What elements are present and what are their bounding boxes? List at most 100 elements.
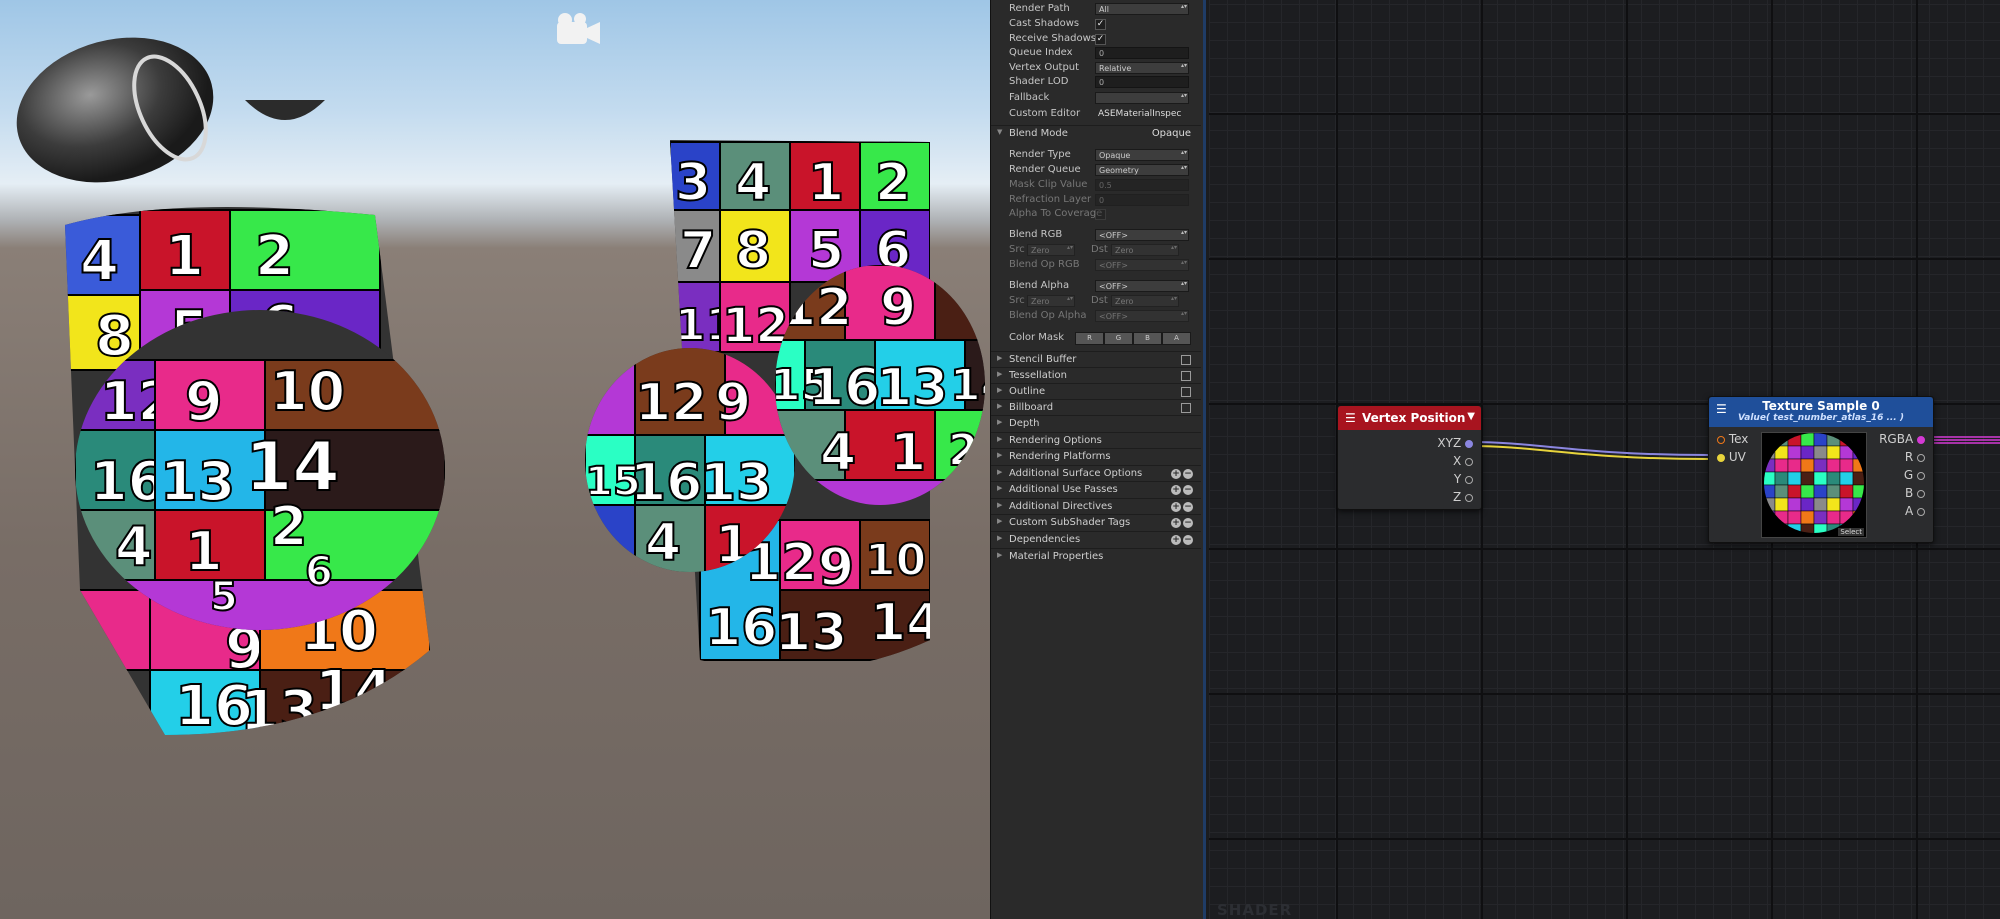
color-mask-r-toggle[interactable]: R: [1075, 332, 1104, 345]
node-header[interactable]: ☰ Texture Sample 0 Value( test_number_at…: [1709, 397, 1933, 427]
output-port-a[interactable]: A: [1905, 504, 1925, 518]
section-toggle-checkbox[interactable]: [1181, 387, 1191, 397]
queue-index-field[interactable]: 0: [1095, 47, 1189, 59]
render-path-dropdown[interactable]: All: [1095, 3, 1189, 15]
dst-rgb-dropdown[interactable]: Zero: [1111, 244, 1179, 256]
blend-op-rgb-label: Blend Op RGB: [1009, 259, 1080, 270]
port-label: UV: [1728, 450, 1746, 464]
section-additional-directives[interactable]: ▶ Additional Directives + −: [991, 498, 1201, 515]
add-icon[interactable]: +: [1171, 502, 1181, 512]
fallback-field[interactable]: [1095, 92, 1189, 104]
output-wire[interactable]: [1923, 436, 2000, 444]
remove-icon[interactable]: −: [1183, 535, 1193, 545]
scene-view[interactable]: 4 1 2 8 5 6 12 9 10 161314 12 9 10 16 13: [0, 0, 990, 919]
svg-text:1: 1: [808, 153, 844, 213]
shader-lod-field[interactable]: 0: [1095, 76, 1189, 88]
section-toggle-checkbox[interactable]: [1181, 403, 1191, 413]
section-dependencies[interactable]: ▶ Dependencies + −: [991, 531, 1201, 548]
add-icon[interactable]: +: [1171, 485, 1181, 495]
alpha-coverage-checkbox[interactable]: [1095, 209, 1106, 220]
color-mask-a-toggle[interactable]: A: [1162, 332, 1191, 345]
remove-icon[interactable]: −: [1183, 518, 1193, 528]
section-rendering-platforms[interactable]: ▶ Rendering Platforms: [991, 448, 1201, 465]
color-mask-g-toggle[interactable]: G: [1104, 332, 1133, 345]
blend-op-rgb-dropdown[interactable]: <OFF>: [1095, 259, 1189, 271]
custom-editor-field[interactable]: ASEMaterialInspec: [1095, 108, 1189, 120]
input-port-tex[interactable]: Tex: [1717, 432, 1748, 446]
add-icon[interactable]: +: [1171, 518, 1181, 528]
cast-shadows-checkbox[interactable]: ✓: [1095, 19, 1106, 30]
output-port-x[interactable]: X: [1453, 454, 1473, 468]
section-label: Rendering Options: [1009, 435, 1102, 446]
remove-icon[interactable]: −: [1183, 502, 1193, 512]
blend-alpha-dropdown[interactable]: <OFF>: [1095, 280, 1189, 292]
add-icon[interactable]: +: [1171, 469, 1181, 479]
section-outline[interactable]: ▶ Outline: [991, 383, 1201, 400]
color-mask-b-toggle[interactable]: B: [1133, 332, 1162, 345]
remove-icon[interactable]: −: [1183, 485, 1193, 495]
receive-shadows-checkbox[interactable]: ✓: [1095, 34, 1106, 45]
vertex-position-node[interactable]: ☰ Vertex Position ▼ XYZ X Y Z: [1337, 405, 1482, 510]
section-label: Stencil Buffer: [1009, 354, 1077, 365]
select-texture-button[interactable]: Select: [1838, 528, 1864, 536]
blend-op-alpha-dropdown[interactable]: <OFF>: [1095, 310, 1189, 322]
src-alpha-dropdown[interactable]: Zero: [1027, 295, 1075, 307]
section-billboard[interactable]: ▶ Billboard: [991, 399, 1201, 416]
node-header[interactable]: ☰ Vertex Position ▼: [1338, 406, 1481, 430]
svg-text:16: 16: [705, 598, 777, 658]
output-port-xyz[interactable]: XYZ: [1437, 436, 1473, 450]
blend-mode-dropdown[interactable]: Opaque: [1152, 128, 1191, 139]
remove-icon[interactable]: −: [1183, 469, 1193, 479]
node-menu-icon[interactable]: ☰: [1345, 411, 1356, 425]
section-depth[interactable]: ▶ Depth: [991, 415, 1201, 432]
svg-text:2: 2: [255, 224, 294, 289]
texture-sample-node[interactable]: ☰ Texture Sample 0 Value( test_number_at…: [1708, 396, 1934, 543]
output-port-g[interactable]: G: [1904, 468, 1925, 482]
svg-text:2: 2: [270, 495, 308, 558]
output-port-rgba[interactable]: RGBA: [1879, 432, 1925, 446]
section-additional-use-passes[interactable]: ▶ Additional Use Passes + −: [991, 481, 1201, 498]
port-label: Y: [1453, 472, 1462, 486]
input-port-uv[interactable]: UV: [1717, 450, 1746, 464]
section-material-properties[interactable]: ▶ Material Properties: [991, 548, 1201, 565]
section-additional-surface-options[interactable]: ▶ Additional Surface Options + −: [991, 465, 1201, 482]
dst-alpha-dropdown[interactable]: Zero: [1111, 295, 1179, 307]
svg-text:3: 3: [675, 153, 711, 213]
texture-preview[interactable]: Select: [1761, 432, 1867, 538]
chevron-down-icon[interactable]: ▼: [1467, 411, 1475, 422]
svg-text:1: 1: [165, 224, 204, 289]
section-rendering-options[interactable]: ▶ Rendering Options: [991, 432, 1201, 449]
alpha-coverage-row: Alpha To Coverage: [991, 207, 1201, 222]
src-rgb-dropdown[interactable]: Zero: [1027, 244, 1075, 256]
vertex-output-dropdown[interactable]: Relative: [1095, 62, 1189, 74]
blend-rgb-dropdown[interactable]: <OFF>: [1095, 229, 1189, 241]
refraction-layer-field[interactable]: 0: [1095, 194, 1189, 206]
output-port-b[interactable]: B: [1905, 486, 1925, 500]
port-dot-icon: [1917, 453, 1925, 462]
section-custom-subshader-tags[interactable]: ▶ Custom SubShader Tags + −: [991, 514, 1201, 531]
connection-wire[interactable]: [1470, 441, 1710, 456]
output-port-z[interactable]: Z: [1453, 490, 1473, 504]
render-path-label: Render Path: [1009, 3, 1070, 14]
render-type-label: Render Type: [1009, 149, 1071, 160]
blend-mode-section[interactable]: ▼ Blend Mode Opaque: [991, 125, 1201, 142]
section-toggle-checkbox[interactable]: [1181, 371, 1191, 381]
connection-wire[interactable]: [1470, 445, 1710, 460]
camera-gizmo-icon[interactable]: [557, 13, 600, 44]
port-label: Z: [1452, 490, 1462, 504]
mask-clip-label: Mask Clip Value: [1009, 179, 1088, 190]
section-toggle-checkbox[interactable]: [1181, 355, 1191, 365]
port-dot-icon: [1465, 493, 1473, 502]
render-queue-dropdown[interactable]: Geometry: [1095, 164, 1189, 176]
node-graph-canvas[interactable]: ☰ Vertex Position ▼ XYZ X Y Z ☰ Texture …: [1209, 0, 2000, 919]
section-stencil-buffer[interactable]: ▶ Stencil Buffer: [991, 351, 1201, 368]
render-type-dropdown[interactable]: Opaque: [1095, 149, 1189, 161]
port-label: B: [1904, 486, 1914, 500]
section-label: Material Properties: [1009, 551, 1104, 562]
mask-clip-field[interactable]: 0.5: [1095, 179, 1189, 191]
section-tessellation[interactable]: ▶ Tessellation: [991, 367, 1201, 384]
output-port-r[interactable]: R: [1905, 450, 1925, 464]
section-label: Dependencies: [1009, 534, 1081, 545]
add-icon[interactable]: +: [1171, 535, 1181, 545]
output-port-y[interactable]: Y: [1454, 472, 1473, 486]
